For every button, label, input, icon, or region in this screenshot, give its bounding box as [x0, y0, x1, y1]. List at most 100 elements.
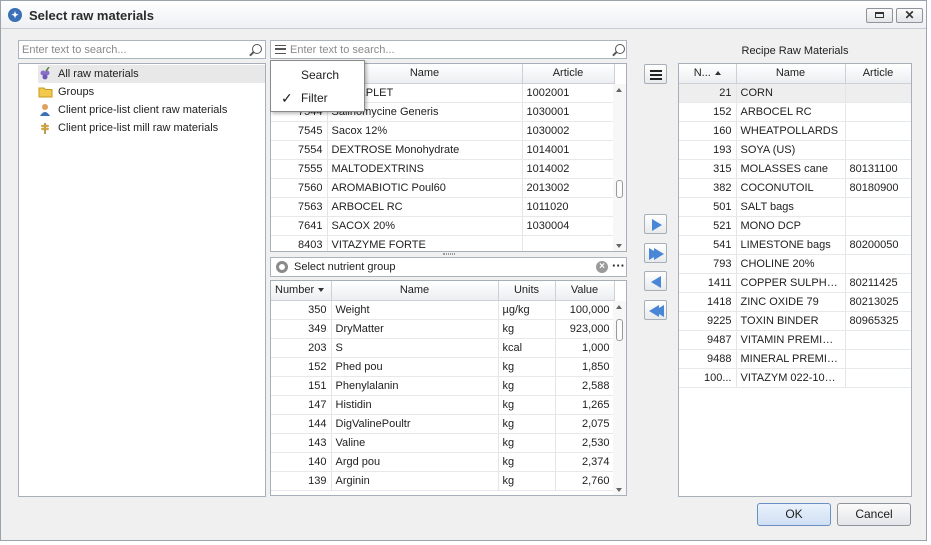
cell-name: MALTODEXTRINS: [327, 159, 523, 179]
splitter-grip[interactable]: [443, 253, 455, 255]
table-row[interactable]: 140 Argd pou kg 2,374: [271, 452, 615, 472]
table-row[interactable]: 350 Weight µg/kg 100,000: [271, 300, 615, 320]
table-row[interactable]: 152 ARBOCEL RC: [679, 102, 911, 122]
cell-number: 7563: [271, 197, 328, 217]
table-row[interactable]: 160 WHEATPOLLARDS: [679, 121, 911, 141]
table-row[interactable]: 1418 ZINC OXIDE 79 80213025: [679, 292, 911, 312]
scroll-thumb[interactable]: [616, 180, 623, 198]
table-row[interactable]: 21 CORN: [679, 83, 911, 103]
cell-name: WHEATPOLLARDS: [736, 121, 846, 141]
tree-item-client-raw-materials[interactable]: Client price-list client raw materials: [38, 101, 265, 119]
column-header-name[interactable]: Name: [331, 281, 499, 301]
table-row[interactable]: 7641 SACOX 20% 1030004: [271, 216, 615, 236]
tree-item-mill-raw-materials[interactable]: Client price-list mill raw materials: [38, 119, 265, 137]
table-row[interactable]: 203 Skcal 1,000: [271, 338, 615, 358]
cell-units: kcal: [498, 338, 556, 358]
table-row[interactable]: 139 Arginin kg 2,760: [271, 471, 615, 491]
table-row[interactable]: 100... VITAZYM 022-1000...: [679, 368, 911, 388]
cell-number: 139: [271, 471, 332, 491]
cell-name: Sacox 12%: [327, 121, 523, 141]
column-header-number[interactable]: Number: [271, 281, 332, 301]
cell-article: 80131100: [845, 159, 911, 179]
column-header-units[interactable]: Units: [498, 281, 556, 301]
search-icon[interactable]: [615, 44, 625, 54]
columns-menu-button[interactable]: [644, 64, 667, 84]
cell-units: kg: [498, 395, 556, 415]
cell-article: [845, 121, 911, 141]
remove-selected-button[interactable]: [644, 271, 667, 291]
client-icon: [40, 104, 50, 116]
tree-item-label: All raw materials: [58, 68, 139, 80]
nutrients-scrollbar[interactable]: [613, 301, 626, 495]
menu-item-search[interactable]: Search: [271, 64, 364, 86]
more-options-button[interactable]: ···: [612, 258, 625, 273]
table-row[interactable]: 541 LIMESTONE bags 80200050: [679, 235, 911, 255]
table-row[interactable]: 521 MONO DCP: [679, 216, 911, 236]
add-all-button[interactable]: [644, 243, 667, 263]
nutrient-group-label: Select nutrient group: [294, 261, 396, 273]
table-row[interactable]: 151 Phenylalanin kg 2,588: [271, 376, 615, 396]
table-row[interactable]: 144 DigValinePoultr kg 2,075: [271, 414, 615, 434]
tree-item-groups[interactable]: Groups: [38, 83, 265, 101]
column-header-article[interactable]: Article: [522, 64, 615, 84]
column-header-value[interactable]: Value: [555, 281, 615, 301]
search-icon[interactable]: [252, 44, 262, 54]
center-search-input[interactable]: [290, 43, 610, 57]
add-selected-button[interactable]: [644, 214, 667, 234]
table-row[interactable]: 793 CHOLINE 20%: [679, 254, 911, 274]
table-row[interactable]: 9487 VITAMIN PREMIX (...: [679, 330, 911, 350]
table-row[interactable]: 147 Histidin kg 1,265: [271, 395, 615, 415]
cell-value: 100,000: [555, 300, 615, 320]
cell-number: 152: [271, 357, 332, 377]
table-row[interactable]: 193 SOYA (US): [679, 140, 911, 160]
table-row[interactable]: 7560 AROMABIOTIC Poul60 2013002: [271, 178, 615, 198]
tree-item-all-raw-materials[interactable]: All raw materials: [38, 65, 265, 83]
table-row[interactable]: 382 COCONUTOIL 80180900: [679, 178, 911, 198]
maximize-button[interactable]: [866, 8, 893, 23]
scroll-up-icon[interactable]: [616, 88, 622, 92]
cell-value: 923,000: [555, 319, 615, 339]
scroll-thumb[interactable]: [616, 319, 623, 341]
cancel-button[interactable]: Cancel: [837, 503, 911, 526]
table-row[interactable]: 349 DryMatter kg 923,000: [271, 319, 615, 339]
cell-number: 7560: [271, 178, 328, 198]
table-row[interactable]: 315 MOLASSES cane 80131100: [679, 159, 911, 179]
cell-number: 1418: [679, 292, 737, 312]
cell-name: CORN: [736, 83, 846, 103]
scroll-up-icon[interactable]: [616, 305, 622, 309]
table-row[interactable]: 7555 MALTODEXTRINS 1014002: [271, 159, 615, 179]
table-row[interactable]: 7554 DEXTROSE Monohydrate 1014001: [271, 140, 615, 160]
column-header-article[interactable]: Article: [845, 64, 911, 84]
scroll-down-icon[interactable]: [616, 244, 622, 248]
scroll-down-icon[interactable]: [616, 488, 622, 492]
ok-button[interactable]: OK: [757, 503, 831, 526]
cell-article: [845, 349, 911, 369]
table-row[interactable]: 7545 Sacox 12% 1030002: [271, 121, 615, 141]
table-row[interactable]: 8403 VITAZYME FORTE: [271, 235, 615, 251]
clear-icon[interactable]: ×: [596, 261, 608, 273]
table-row[interactable]: 9225 TOXIN BINDER 80965325: [679, 311, 911, 331]
center-scrollbar[interactable]: [613, 84, 626, 251]
table-row[interactable]: 1411 COPPER SULPH. 25 80211425: [679, 273, 911, 293]
left-search-input[interactable]: [22, 43, 244, 57]
menu-icon[interactable]: [275, 45, 286, 54]
table-row[interactable]: 7563 ARBOCEL RC 1011020: [271, 197, 615, 217]
cell-number: 147: [271, 395, 332, 415]
table-row[interactable]: 501 SALT bags: [679, 197, 911, 217]
cell-name: Histidin: [331, 395, 499, 415]
nutrient-group-selector[interactable]: Select nutrient group × ···: [270, 257, 627, 277]
column-header-name[interactable]: Name: [736, 64, 846, 84]
cell-name: VITAMIN PREMIX (...: [736, 330, 846, 350]
menu-item-filter[interactable]: ✓ Filter: [271, 87, 364, 109]
remove-all-button[interactable]: [644, 300, 667, 320]
wheat-icon: [41, 123, 49, 134]
left-search-box: [18, 40, 266, 59]
cell-article: 80180900: [845, 178, 911, 198]
table-row[interactable]: 152 Phed pou kg 1,850: [271, 357, 615, 377]
column-header-number[interactable]: N...: [679, 64, 737, 84]
table-row[interactable]: 143 Valine kg 2,530: [271, 433, 615, 453]
close-button[interactable]: ✕: [896, 8, 923, 23]
cell-article: 80211425: [845, 273, 911, 293]
cell-number: 100...: [679, 368, 737, 388]
table-row[interactable]: 9488 MINERAL PREMIX (...: [679, 349, 911, 369]
